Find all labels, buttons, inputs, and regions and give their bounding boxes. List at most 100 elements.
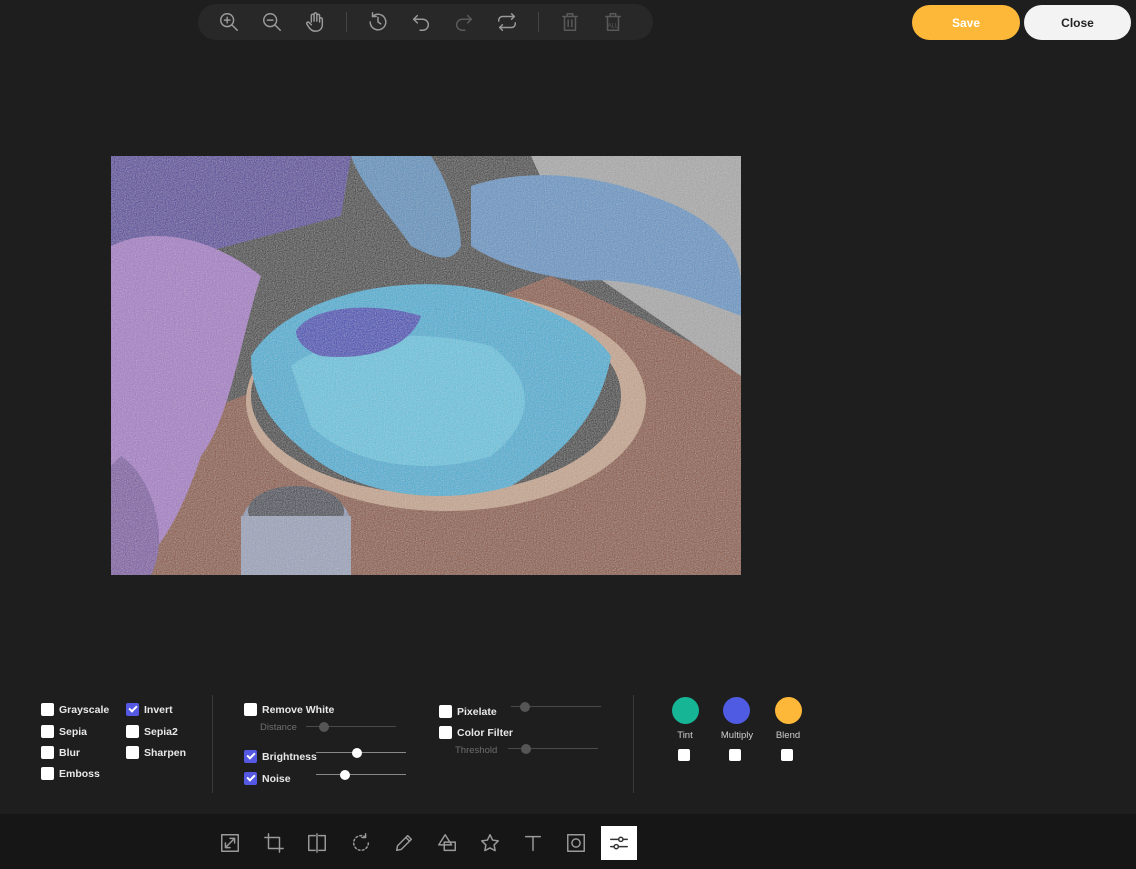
resize-icon	[221, 834, 239, 852]
grayscale-checkbox[interactable]	[41, 703, 54, 716]
slider-handle[interactable]	[339, 770, 350, 780]
editor-canvas[interactable]	[111, 156, 741, 575]
undo-icon	[412, 14, 429, 31]
pixelate-label: Pixelate	[457, 705, 497, 718]
blend-color-swatch[interactable]	[775, 697, 802, 724]
slider-handle[interactable]	[519, 702, 530, 712]
multiply-color-swatch[interactable]	[723, 697, 750, 724]
rotate-button[interactable]	[343, 826, 379, 860]
svg-text:ALL: ALL	[608, 24, 619, 30]
flip-button[interactable]	[299, 826, 335, 860]
filter-sharpen[interactable]: Sharpen	[126, 746, 186, 759]
toolbar-separator	[538, 12, 539, 32]
filter-sepia[interactable]: Sepia	[41, 725, 87, 738]
slider-handle[interactable]	[319, 722, 329, 732]
delete-icon	[561, 13, 579, 31]
tint-label: Tint	[677, 730, 693, 741]
filter-icon	[610, 836, 628, 850]
bottom-toolbar	[0, 814, 1136, 869]
filter-blur[interactable]: Blur	[41, 746, 80, 759]
top-toolbar: ALL	[198, 4, 653, 40]
brightness-checkbox[interactable]	[244, 750, 257, 763]
save-button[interactable]: Save	[912, 5, 1020, 40]
remove-white-checkbox[interactable]	[244, 703, 257, 716]
slider-handle[interactable]	[351, 748, 362, 758]
shape-button[interactable]	[429, 826, 465, 860]
slider-handle[interactable]	[521, 744, 531, 754]
pixelate-slider[interactable]	[511, 702, 601, 712]
redo-button[interactable]	[447, 7, 481, 37]
draw-icon	[395, 834, 413, 852]
hand-button[interactable]	[298, 7, 332, 37]
filter-invert[interactable]: Invert	[126, 703, 173, 716]
delete-button[interactable]	[553, 7, 587, 37]
filter-button[interactable]	[601, 826, 637, 860]
distance-label: Distance	[260, 722, 297, 733]
icon-button[interactable]	[472, 826, 508, 860]
remove-white-label: Remove White	[262, 703, 335, 716]
reset-icon	[498, 13, 516, 31]
crop-icon	[264, 833, 284, 853]
flip-icon	[308, 833, 326, 853]
color-filter-checkbox[interactable]	[439, 726, 452, 739]
delete-all-button[interactable]: ALL	[596, 7, 630, 37]
grayscale-label: Grayscale	[59, 703, 110, 716]
sepia2-label: Sepia2	[144, 725, 178, 738]
filter-sepia2[interactable]: Sepia2	[126, 725, 178, 738]
history-icon	[369, 12, 387, 31]
sepia-checkbox[interactable]	[41, 725, 54, 738]
blend-label: Blend	[775, 730, 801, 741]
star-icon	[481, 834, 499, 852]
toolbar-separator	[346, 12, 347, 32]
mask-button[interactable]	[558, 826, 594, 860]
resize-button[interactable]	[212, 826, 248, 860]
filter-remove-white[interactable]: Remove White	[244, 703, 334, 716]
threshold-slider[interactable]	[508, 744, 598, 754]
filter-brightness[interactable]: Brightness	[244, 750, 317, 763]
filter-grayscale[interactable]: Grayscale	[41, 703, 109, 716]
sharpen-checkbox[interactable]	[126, 746, 139, 759]
tint-color-swatch[interactable]	[672, 697, 699, 724]
zoom-out-icon	[263, 13, 281, 31]
filter-noise[interactable]: Noise	[244, 772, 291, 785]
close-button[interactable]: Close	[1024, 5, 1131, 40]
reset-button[interactable]	[490, 7, 524, 37]
hand-icon	[306, 12, 324, 32]
noise-slider[interactable]	[316, 770, 406, 780]
pixelate-checkbox[interactable]	[439, 705, 452, 718]
delete-all-icon: ALL	[604, 13, 622, 31]
zoom-in-button[interactable]	[212, 7, 246, 37]
panel-divider	[212, 695, 213, 793]
crop-button[interactable]	[256, 826, 292, 860]
brightness-label: Brightness	[262, 750, 317, 763]
invert-checkbox[interactable]	[126, 703, 139, 716]
color-filter-label: Color Filter	[457, 726, 514, 739]
draw-button[interactable]	[386, 826, 422, 860]
sepia-label: Sepia	[59, 725, 88, 738]
noise-checkbox[interactable]	[244, 772, 257, 785]
tint-checkbox[interactable]	[678, 749, 690, 761]
threshold-label: Threshold	[455, 745, 498, 756]
blend-checkbox[interactable]	[781, 749, 793, 761]
edited-image	[111, 156, 741, 575]
shape-icon	[438, 834, 456, 852]
brightness-slider[interactable]	[316, 748, 406, 758]
invert-label: Invert	[144, 703, 173, 716]
filter-color-filter[interactable]: Color Filter	[439, 726, 513, 739]
emboss-label: Emboss	[59, 767, 100, 780]
history-button[interactable]	[361, 7, 395, 37]
distance-slider[interactable]	[306, 722, 396, 732]
text-icon	[524, 835, 542, 852]
undo-button[interactable]	[404, 7, 438, 37]
noise-label: Noise	[262, 772, 291, 785]
filter-emboss[interactable]: Emboss	[41, 767, 100, 780]
rotate-icon	[353, 833, 370, 851]
sepia2-checkbox[interactable]	[126, 725, 139, 738]
multiply-checkbox[interactable]	[729, 749, 741, 761]
zoom-out-button[interactable]	[255, 7, 289, 37]
blur-label: Blur	[59, 746, 80, 759]
emboss-checkbox[interactable]	[41, 767, 54, 780]
blur-checkbox[interactable]	[41, 746, 54, 759]
filter-pixelate[interactable]: Pixelate	[439, 705, 497, 718]
text-button[interactable]	[515, 826, 551, 860]
